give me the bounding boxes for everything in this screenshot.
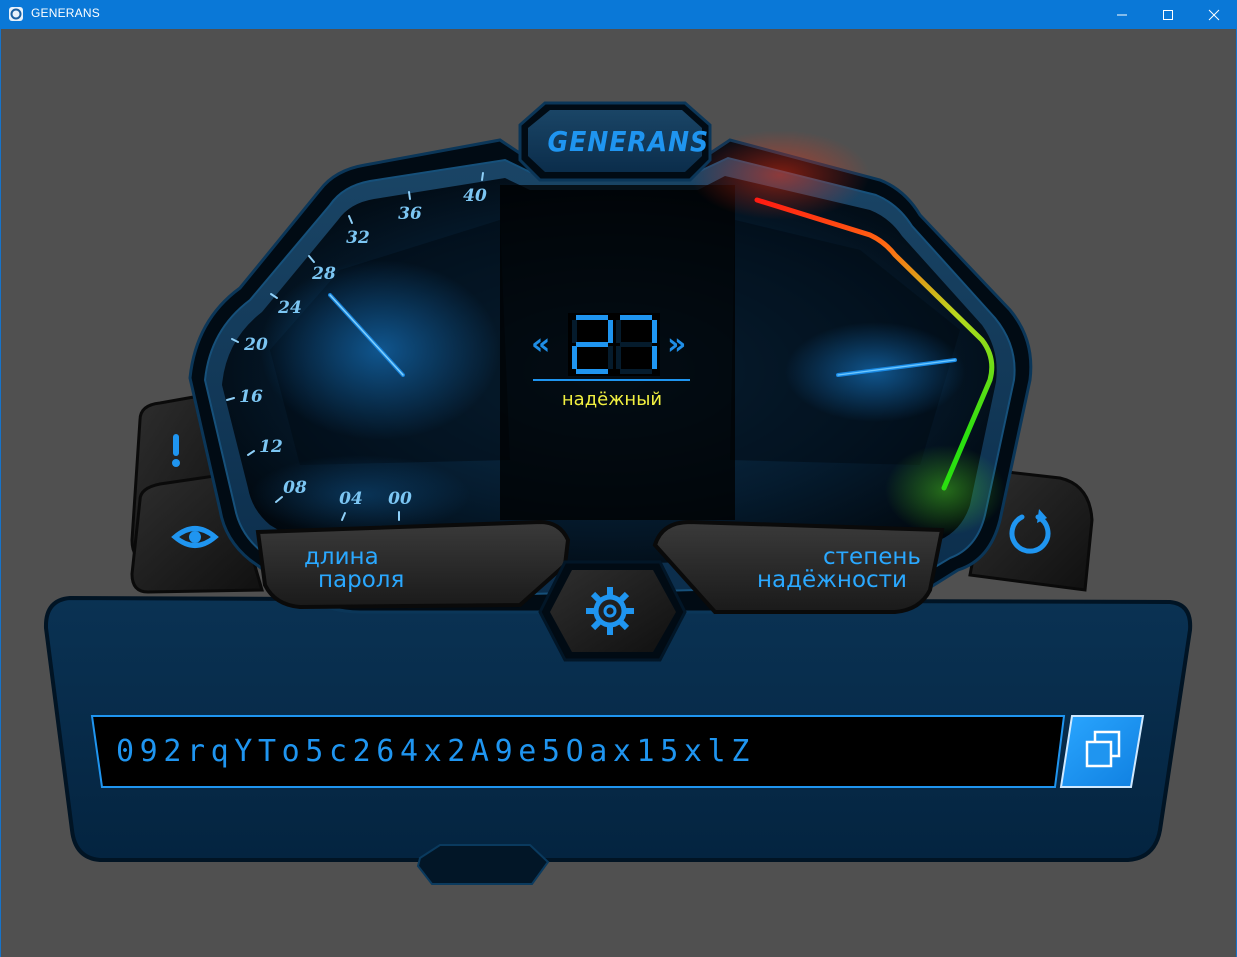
digit-segment <box>576 315 608 320</box>
length-tick: 28 <box>311 264 336 284</box>
length-tick: 12 <box>259 437 283 457</box>
show-password-button[interactable] <box>168 515 223 560</box>
strength-text: надёжный <box>561 389 663 410</box>
eye-icon <box>171 526 219 548</box>
digit-segment <box>652 320 657 343</box>
length-display: 27 <box>568 313 660 376</box>
length-tick: 36 <box>398 204 422 224</box>
settings-button[interactable] <box>583 584 637 638</box>
digit-segment <box>576 342 608 347</box>
warning-button[interactable] <box>150 425 205 480</box>
length-label-line1: длина <box>304 544 379 570</box>
exclamation-icon <box>172 434 180 467</box>
refresh-icon <box>1009 509 1051 554</box>
length-tick: 32 <box>346 228 370 248</box>
digit-segment <box>608 320 613 343</box>
digit-segment <box>620 315 652 320</box>
digit-segment <box>576 369 608 374</box>
regenerate-button[interactable] <box>1003 505 1058 560</box>
digit-segment <box>572 346 577 369</box>
display-underline <box>533 379 690 381</box>
length-tick: 24 <box>277 298 302 318</box>
digit-segment <box>652 346 657 369</box>
password-output[interactable]: 092rqYTo5c264x2A9e5Oax15xlZ <box>116 734 1016 770</box>
decrement-length-button[interactable]: « <box>531 330 550 360</box>
length-tick: 04 <box>339 489 363 509</box>
increment-length-button[interactable]: » <box>667 330 686 360</box>
length-tick: 20 <box>243 335 268 355</box>
brand-title: GENERANS <box>547 125 710 158</box>
copy-button[interactable] <box>1075 722 1135 780</box>
length-tick: 40 <box>463 186 487 206</box>
strength-label-line1: степень <box>823 544 921 570</box>
length-tick: 16 <box>239 387 263 407</box>
gear-icon <box>586 587 634 635</box>
length-label-line2: пароля <box>318 567 405 593</box>
strength-label-line2: надёжности <box>757 567 908 593</box>
length-tick: 00 <box>388 489 412 509</box>
copy-icon <box>1085 730 1121 768</box>
length-tick: 08 <box>283 478 307 498</box>
